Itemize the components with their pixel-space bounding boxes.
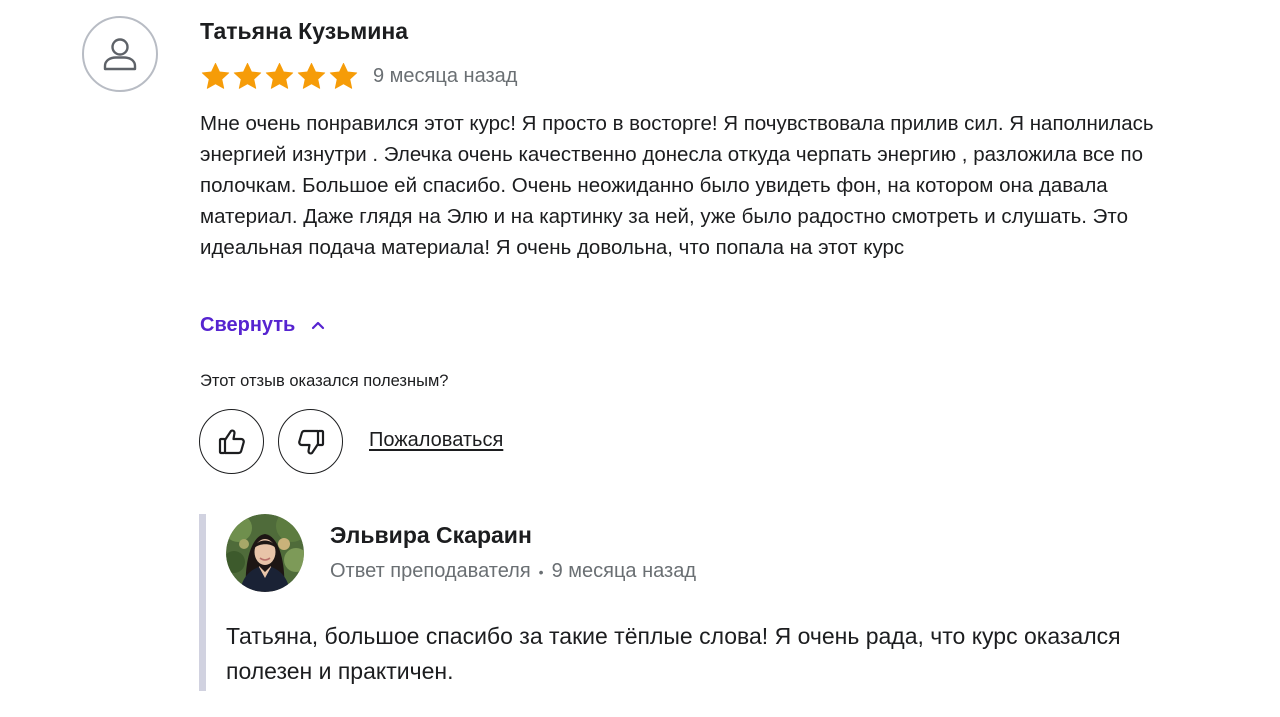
helpful-question: Этот отзыв оказался полезным? bbox=[200, 372, 449, 390]
star-rating bbox=[200, 61, 359, 92]
collapse-label: Свернуть bbox=[200, 313, 296, 336]
like-button[interactable] bbox=[199, 409, 264, 474]
meta-separator: • bbox=[538, 563, 544, 580]
reply-meta: Ответ преподавателя • 9 месяца назад bbox=[330, 560, 696, 583]
review-text: Мне очень понравился этот курс! Я просто… bbox=[200, 112, 1154, 259]
report-link[interactable]: Пожаловаться bbox=[369, 429, 503, 452]
star-icon bbox=[265, 62, 294, 89]
thumbs-up-icon bbox=[218, 428, 245, 454]
dislike-button[interactable] bbox=[278, 409, 343, 474]
reviewer-avatar bbox=[82, 16, 158, 92]
reviewer-name: Татьяна Кузьмина bbox=[200, 18, 409, 44]
star-icon bbox=[329, 62, 358, 89]
instructor-reply: Эльвира Скараин Ответ преподавателя • 9 … bbox=[199, 514, 1206, 691]
review-date: 9 месяца назад bbox=[373, 64, 518, 87]
reply-date: 9 месяца назад bbox=[551, 560, 696, 582]
instructor-avatar bbox=[226, 514, 304, 592]
user-icon bbox=[103, 38, 137, 71]
reply-text: Татьяна, большое спасибо за такие тёплые… bbox=[226, 623, 1121, 684]
collapse-button[interactable]: Свернуть bbox=[200, 310, 325, 340]
star-icon bbox=[297, 62, 326, 89]
instructor-name: Эльвира Скараин bbox=[330, 522, 532, 548]
star-icon bbox=[233, 62, 262, 89]
chevron-up-icon bbox=[311, 320, 325, 330]
thumbs-down-icon bbox=[297, 429, 324, 455]
star-icon bbox=[201, 62, 230, 89]
reply-role: Ответ преподавателя bbox=[330, 560, 531, 582]
rating-row: 9 месяца назад bbox=[200, 60, 517, 92]
